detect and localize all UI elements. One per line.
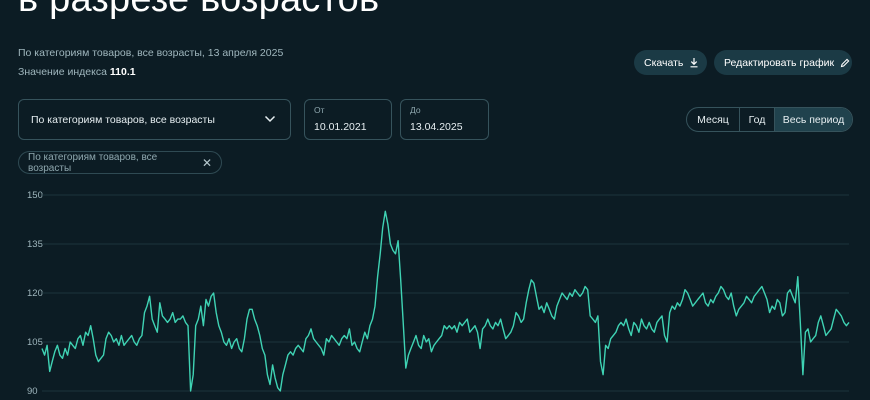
line-chart [41,194,850,392]
series-line [41,210,850,392]
